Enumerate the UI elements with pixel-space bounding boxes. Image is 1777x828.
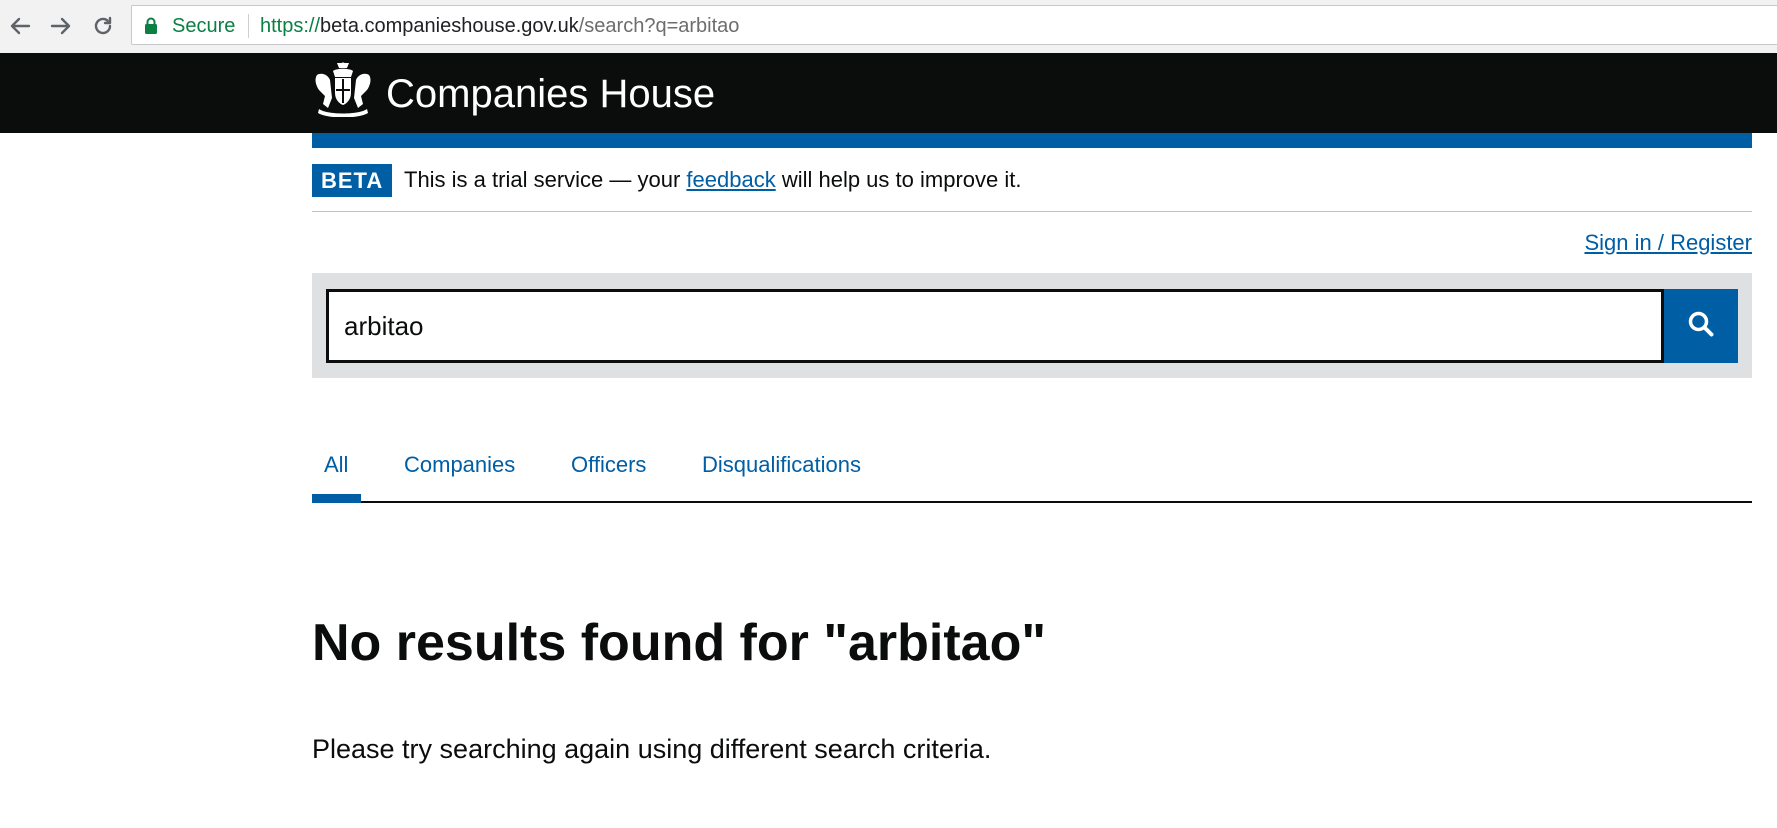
banner-divider	[312, 211, 1752, 212]
royal-crest-icon[interactable]	[311, 61, 375, 118]
secure-label: Secure	[172, 15, 236, 37]
sign-in-register-link[interactable]: Sign in / Register	[1584, 230, 1752, 256]
beta-text-before: This is a trial service — your	[404, 167, 687, 192]
beta-message: This is a trial service — your feedback …	[404, 167, 1021, 193]
lock-icon	[144, 17, 158, 40]
site-header: Companies House	[0, 53, 1777, 133]
search-icon	[1686, 309, 1716, 344]
url-host: beta.companieshouse.gov.uk	[320, 15, 579, 37]
search-button[interactable]	[1664, 289, 1738, 363]
search-tabs: All Companies Officers Disqualifications	[312, 444, 1752, 504]
browser-toolbar: Secure https://beta.companieshouse.gov.u…	[0, 0, 1777, 54]
back-icon[interactable]	[4, 10, 36, 42]
address-bar[interactable]: Secure https://beta.companieshouse.gov.u…	[131, 5, 1777, 45]
brand-title[interactable]: Companies House	[386, 72, 715, 117]
results-heading: No results found for "arbitao"	[312, 614, 1046, 672]
search-panel	[312, 273, 1752, 378]
feedback-link[interactable]: feedback	[686, 167, 775, 192]
address-separator	[248, 14, 249, 38]
header-accent-bar	[312, 133, 1752, 148]
search-input[interactable]	[326, 289, 1664, 363]
tab-disqualifications[interactable]: Disqualifications	[702, 452, 861, 478]
url-path: /search?q=arbitao	[578, 15, 740, 37]
beta-text-after: will help us to improve it.	[775, 167, 1022, 192]
url-scheme: https://	[260, 15, 321, 37]
active-tab-indicator	[312, 494, 361, 503]
tab-officers[interactable]: Officers	[571, 452, 646, 478]
beta-tag: BETA	[312, 164, 393, 197]
tabs-divider	[312, 501, 1752, 503]
forward-icon[interactable]	[45, 10, 77, 42]
results-message: Please try searching again using differe…	[312, 734, 992, 764]
tab-all[interactable]: All	[324, 452, 348, 478]
tab-companies[interactable]: Companies	[404, 452, 515, 478]
url-text: https://beta.companieshouse.gov.uk/searc…	[260, 15, 739, 38]
reload-icon[interactable]	[87, 10, 119, 42]
